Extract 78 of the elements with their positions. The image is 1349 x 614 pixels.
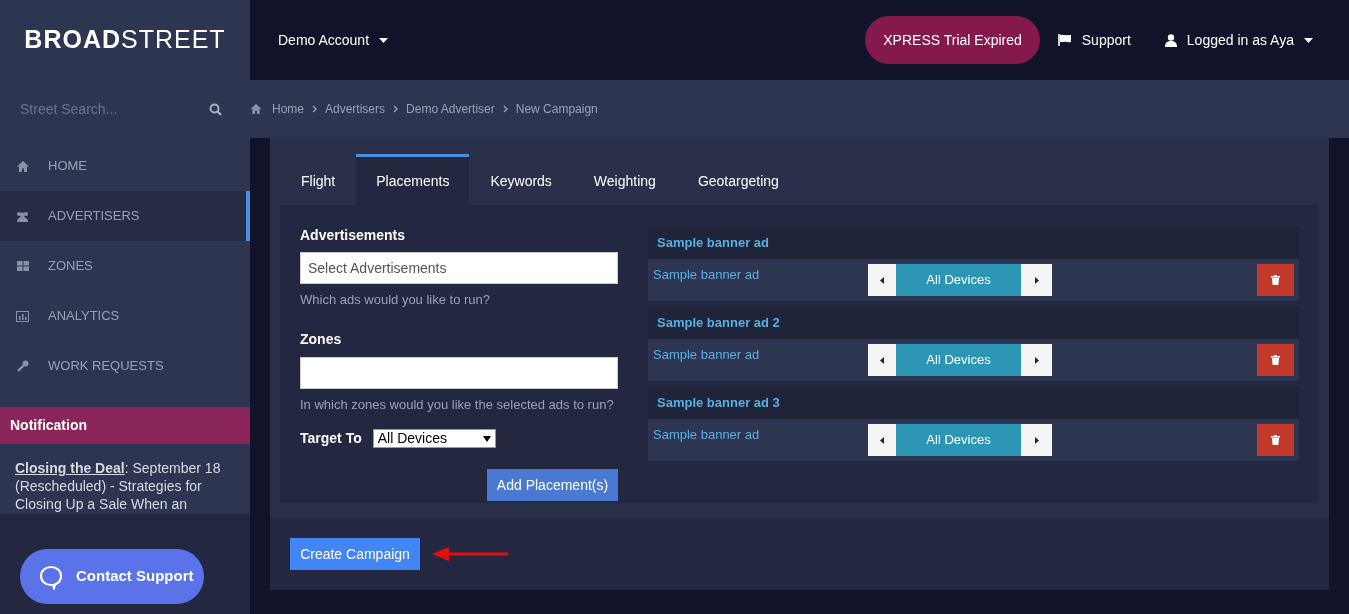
search-field[interactable]: Street Search...	[20, 98, 190, 120]
help-text: In which zones would you like the selected ads to run?	[300, 395, 615, 414]
tab[interactable]: Placements	[356, 154, 470, 205]
target-select[interactable]: All Devices	[372, 429, 496, 448]
ad-link[interactable]: Sample banner ad	[653, 265, 868, 285]
trash-icon	[1271, 275, 1280, 285]
trash-icon	[1271, 435, 1280, 445]
device-label: All Devices	[896, 264, 1021, 296]
previous-button[interactable]	[868, 424, 896, 456]
nav-item[interactable]: WORK REQUESTS	[0, 341, 250, 391]
left-triangle-icon	[880, 436, 884, 444]
flag-icon	[1057, 34, 1072, 46]
wrench-icon	[16, 360, 29, 372]
user-menu[interactable]: Logged in as Aya	[1164, 29, 1313, 51]
chevron-icon	[393, 105, 399, 113]
house-icon	[250, 104, 262, 114]
right-triangle-icon	[1034, 356, 1039, 364]
nav-item[interactable]: ZONES	[0, 241, 250, 291]
support-link[interactable]: Support	[1057, 29, 1131, 51]
field-label: Zones	[300, 329, 343, 349]
delete-button[interactable]	[1257, 424, 1294, 456]
right-triangle-icon	[1034, 276, 1039, 284]
caret-icon	[379, 37, 389, 43]
device-label: All Devices	[896, 424, 1021, 456]
people-icon	[16, 210, 29, 222]
left-triangle-icon	[880, 276, 884, 284]
trial-expired-badge[interactable]: XPRESS Trial Expired	[865, 16, 1040, 64]
bar-chart-icon	[16, 310, 29, 322]
search-icon[interactable]	[209, 102, 222, 116]
notification-header: Notification	[0, 407, 250, 444]
account-menu[interactable]: Demo Account	[278, 29, 389, 51]
chat-bubble-icon	[38, 563, 64, 590]
breadcrumb[interactable]: Home	[272, 100, 304, 118]
create-campaign-button[interactable]: Create Campaign	[290, 538, 420, 570]
caret-icon	[1304, 37, 1313, 43]
trash-icon	[1271, 355, 1280, 365]
nav-item[interactable]: ANALYTICS	[0, 291, 250, 341]
notification-text: Closing the Deal: September 18 (Rescheduled) - Strategies for Closing Up a Sale When an	[14, 459, 222, 514]
ad-link[interactable]: Sample banner ad	[653, 425, 868, 445]
logo[interactable]: BROADSTREET	[24, 21, 226, 59]
breadcrumb[interactable]: Demo Advertiser	[406, 100, 495, 118]
user-icon	[1164, 33, 1177, 47]
contact-support-button[interactable]: Contact Support	[20, 549, 204, 604]
delete-button[interactable]	[1257, 344, 1294, 376]
tab[interactable]: Keywords	[469, 154, 573, 205]
next-button[interactable]	[1021, 424, 1052, 456]
next-button[interactable]	[1021, 344, 1052, 376]
breadcrumb: New Campaign	[515, 101, 598, 118]
arrow-icon	[432, 547, 510, 561]
device-label: All Devices	[896, 344, 1021, 376]
caret-icon	[482, 435, 491, 442]
notification-link[interactable]: Closing the Deal	[15, 460, 125, 476]
field-label: Advertisements	[300, 226, 407, 245]
delete-button[interactable]	[1257, 264, 1294, 296]
previous-button[interactable]	[868, 264, 896, 296]
house-icon	[16, 160, 29, 172]
placement-header: Sample banner ad 3	[648, 386, 1299, 419]
left-triangle-icon	[880, 356, 884, 364]
help-text: Which ads would you like to run?	[300, 291, 492, 309]
breadcrumb[interactable]: Advertisers	[325, 100, 386, 118]
nav-item[interactable]: HOME	[0, 141, 250, 191]
placement-header: Sample banner ad	[648, 226, 1299, 259]
field-label: Target To	[300, 429, 362, 448]
next-button[interactable]	[1021, 264, 1052, 296]
advertisements-field[interactable]: Select Advertisements	[300, 252, 618, 284]
chevron-icon	[502, 105, 508, 113]
nav-item[interactable]: ADVERTISERS	[0, 191, 250, 241]
chevron-icon	[312, 105, 317, 113]
tab[interactable]: Weighting	[572, 154, 677, 205]
tab[interactable]: Flight	[280, 154, 357, 205]
tab[interactable]: Geotargeting	[676, 154, 800, 205]
previous-button[interactable]	[868, 344, 896, 376]
placement-header: Sample banner ad 2	[648, 306, 1299, 339]
ad-link[interactable]: Sample banner ad	[653, 345, 868, 365]
zones-field[interactable]	[300, 356, 618, 389]
right-triangle-icon	[1034, 436, 1039, 444]
grid-icon	[16, 261, 29, 271]
add-placements-button[interactable]: Add Placement(s)	[487, 469, 618, 501]
